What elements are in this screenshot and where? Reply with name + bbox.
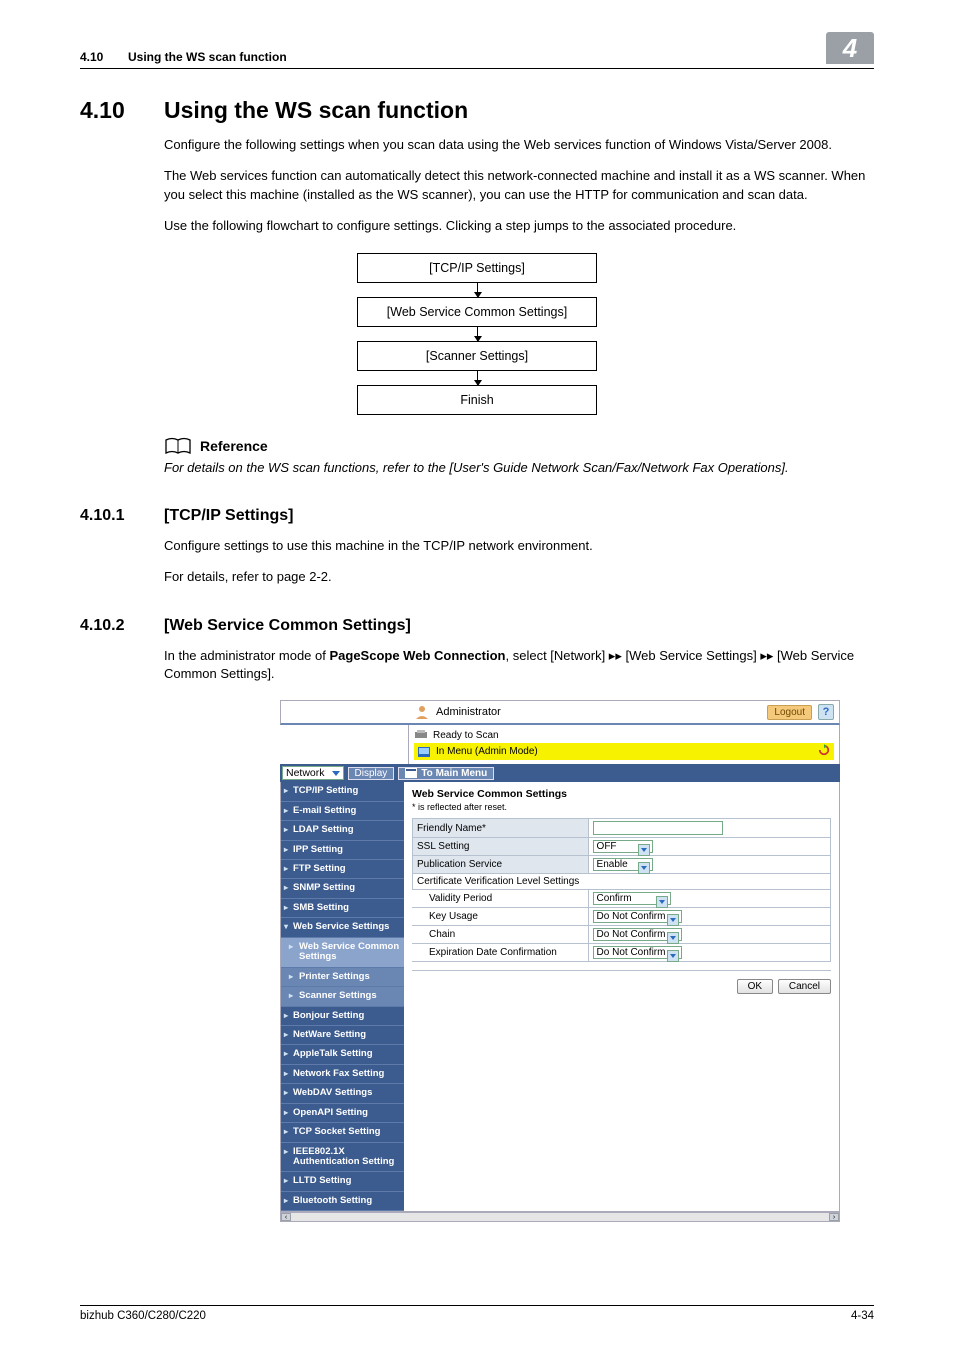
panel-note: * is reflected after reset. — [412, 802, 831, 812]
page-footer: bizhub C360/C280/C220 4-34 — [80, 1305, 874, 1322]
refresh-icon — [817, 744, 831, 756]
logout-button[interactable]: Logout — [767, 705, 812, 720]
s1-paragraph-1: Configure settings to use this machine i… — [164, 537, 874, 556]
panel-title: Web Service Common Settings — [412, 788, 831, 800]
admin-label: Administrator — [414, 704, 501, 720]
friendly-name-input[interactable] — [593, 821, 723, 835]
sidebar-item-lltd[interactable]: LLTD Setting — [281, 1172, 404, 1191]
sidebar-item-ieee8021x[interactable]: IEEE802.1X Authentication Setting — [281, 1143, 404, 1173]
sidebar-item-printer-settings[interactable]: Printer Settings — [281, 968, 404, 987]
running-header: 4.10 Using the WS scan function 4 — [80, 32, 874, 69]
flow-arrow-icon — [477, 283, 478, 297]
display-button[interactable]: Display — [348, 767, 395, 780]
sidebar-item-webdav[interactable]: WebDAV Settings — [281, 1084, 404, 1103]
help-button[interactable]: ? — [818, 704, 834, 720]
runhead-section-title: Using the WS scan function — [128, 50, 287, 64]
screenshot-statusbar: Ready to Scan In Menu (Admin Mode) — [408, 725, 840, 764]
section-title-text: Using the WS scan function — [164, 97, 468, 124]
menu-icon — [405, 768, 417, 778]
flow-step-tcpip[interactable]: [TCP/IP Settings] — [357, 253, 597, 283]
publication-select[interactable]: Enable — [593, 858, 653, 871]
sidebar-item-openapi[interactable]: OpenAPI Setting — [281, 1104, 404, 1123]
row-label-publication: Publication Service — [413, 856, 589, 874]
status-ready: Ready to Scan — [433, 730, 499, 741]
to-main-menu-button[interactable]: To Main Menu — [398, 767, 494, 780]
horizontal-scrollbar[interactable]: ‹ › — [280, 1212, 840, 1222]
s2-paragraph-1: In the administrator mode of PageScope W… — [164, 647, 874, 685]
screenshot-sidebar: TCP/IP Setting E-mail Setting LDAP Setti… — [281, 782, 404, 1211]
footer-page: 4-34 — [851, 1310, 874, 1322]
sidebar-item-snmp[interactable]: SNMP Setting — [281, 879, 404, 898]
section-number: 4.10 — [80, 97, 164, 124]
row-label-validity: Validity Period — [413, 890, 589, 908]
cancel-button[interactable]: Cancel — [778, 979, 831, 994]
category-select[interactable]: Network — [282, 766, 344, 780]
sidebar-item-tcpip[interactable]: TCP/IP Setting — [281, 782, 404, 801]
screenshot-menubar: Network Display To Main Menu — [280, 764, 840, 782]
sidebar-item-tcpsocket[interactable]: TCP Socket Setting — [281, 1123, 404, 1142]
book-icon — [164, 437, 192, 455]
intro-paragraph-2: The Web services function can automatica… — [164, 167, 874, 205]
keyusage-select[interactable]: Do Not Confirm — [593, 910, 683, 923]
flow-step-finish: Finish — [357, 385, 597, 415]
section-4-10-1-heading: 4.10.1 [TCP/IP Settings] — [80, 507, 874, 525]
section-4-10-2-heading: 4.10.2 [Web Service Common Settings] — [80, 617, 874, 635]
row-label-keyusage: Key Usage — [413, 908, 589, 926]
user-icon — [414, 704, 430, 720]
flow-arrow-icon — [477, 327, 478, 341]
ok-button[interactable]: OK — [737, 979, 773, 994]
printer-icon — [414, 729, 428, 741]
sidebar-item-bluetooth[interactable]: Bluetooth Setting — [281, 1192, 404, 1211]
intro-paragraph-3: Use the following flowchart to configure… — [164, 217, 874, 236]
reference-block: Reference For details on the WS scan fun… — [164, 437, 874, 477]
subsection-number: 4.10.2 — [80, 617, 164, 635]
sidebar-item-ws-common[interactable]: Web Service Common Settings — [281, 938, 404, 968]
reference-label: Reference — [200, 438, 268, 454]
flowchart: [TCP/IP Settings] [Web Service Common Se… — [357, 253, 597, 415]
row-label-cert-head: Certificate Verification Level Settings — [413, 874, 831, 890]
row-label-expdate: Expiration Date Confirmation — [413, 944, 589, 962]
sidebar-item-email[interactable]: E-mail Setting — [281, 802, 404, 821]
subsection-title-text: [Web Service Common Settings] — [164, 617, 411, 635]
sidebar-item-appletalk[interactable]: AppleTalk Setting — [281, 1045, 404, 1064]
intro-paragraph-1: Configure the following settings when yo… — [164, 136, 874, 155]
reference-text: For details on the WS scan functions, re… — [164, 459, 874, 477]
sidebar-item-networkfax[interactable]: Network Fax Setting — [281, 1065, 404, 1084]
row-label-friendly-name: Friendly Name* — [413, 819, 589, 838]
settings-table: Friendly Name* SSL Setting OFF Publicati… — [412, 818, 831, 962]
scroll-right-icon[interactable]: › — [829, 1213, 839, 1221]
chapter-badge: 4 — [826, 32, 874, 64]
flow-step-webservice-common[interactable]: [Web Service Common Settings] — [357, 297, 597, 327]
expdate-select[interactable]: Do Not Confirm — [593, 946, 683, 959]
validity-select[interactable]: Confirm — [593, 892, 671, 905]
chain-select[interactable]: Do Not Confirm — [593, 928, 683, 941]
flow-arrow-icon — [477, 371, 478, 385]
subsection-number: 4.10.1 — [80, 507, 164, 525]
panel-icon — [417, 746, 431, 758]
section-4-10-heading: 4.10 Using the WS scan function — [80, 97, 874, 124]
admin-screenshot: Administrator Logout ? Ready to Scan In … — [280, 700, 840, 1222]
refresh-button[interactable] — [817, 744, 831, 759]
row-label-ssl: SSL Setting — [413, 838, 589, 856]
divider — [412, 970, 831, 971]
sidebar-item-ldap[interactable]: LDAP Setting — [281, 821, 404, 840]
sidebar-item-bonjour[interactable]: Bonjour Setting — [281, 1007, 404, 1026]
screenshot-main: Web Service Common Settings * is reflect… — [404, 782, 839, 1211]
runhead-section-no: 4.10 — [80, 50, 128, 64]
row-label-chain: Chain — [413, 926, 589, 944]
ssl-select[interactable]: OFF — [593, 840, 653, 853]
s1-paragraph-2: For details, refer to page 2-2. — [164, 568, 874, 587]
status-mode: In Menu (Admin Mode) — [436, 746, 538, 757]
flow-step-scanner[interactable]: [Scanner Settings] — [357, 341, 597, 371]
footer-product: bizhub C360/C280/C220 — [80, 1310, 206, 1322]
subsection-title-text: [TCP/IP Settings] — [164, 507, 294, 525]
sidebar-item-web-service[interactable]: Web Service Settings — [281, 918, 404, 937]
sidebar-item-smb[interactable]: SMB Setting — [281, 899, 404, 918]
scroll-left-icon[interactable]: ‹ — [281, 1213, 291, 1221]
sidebar-item-scanner-settings[interactable]: Scanner Settings — [281, 987, 404, 1006]
sidebar-item-netware[interactable]: NetWare Setting — [281, 1026, 404, 1045]
sidebar-item-ftp[interactable]: FTP Setting — [281, 860, 404, 879]
screenshot-topbar: Administrator Logout ? — [280, 700, 840, 725]
sidebar-item-ipp[interactable]: IPP Setting — [281, 841, 404, 860]
